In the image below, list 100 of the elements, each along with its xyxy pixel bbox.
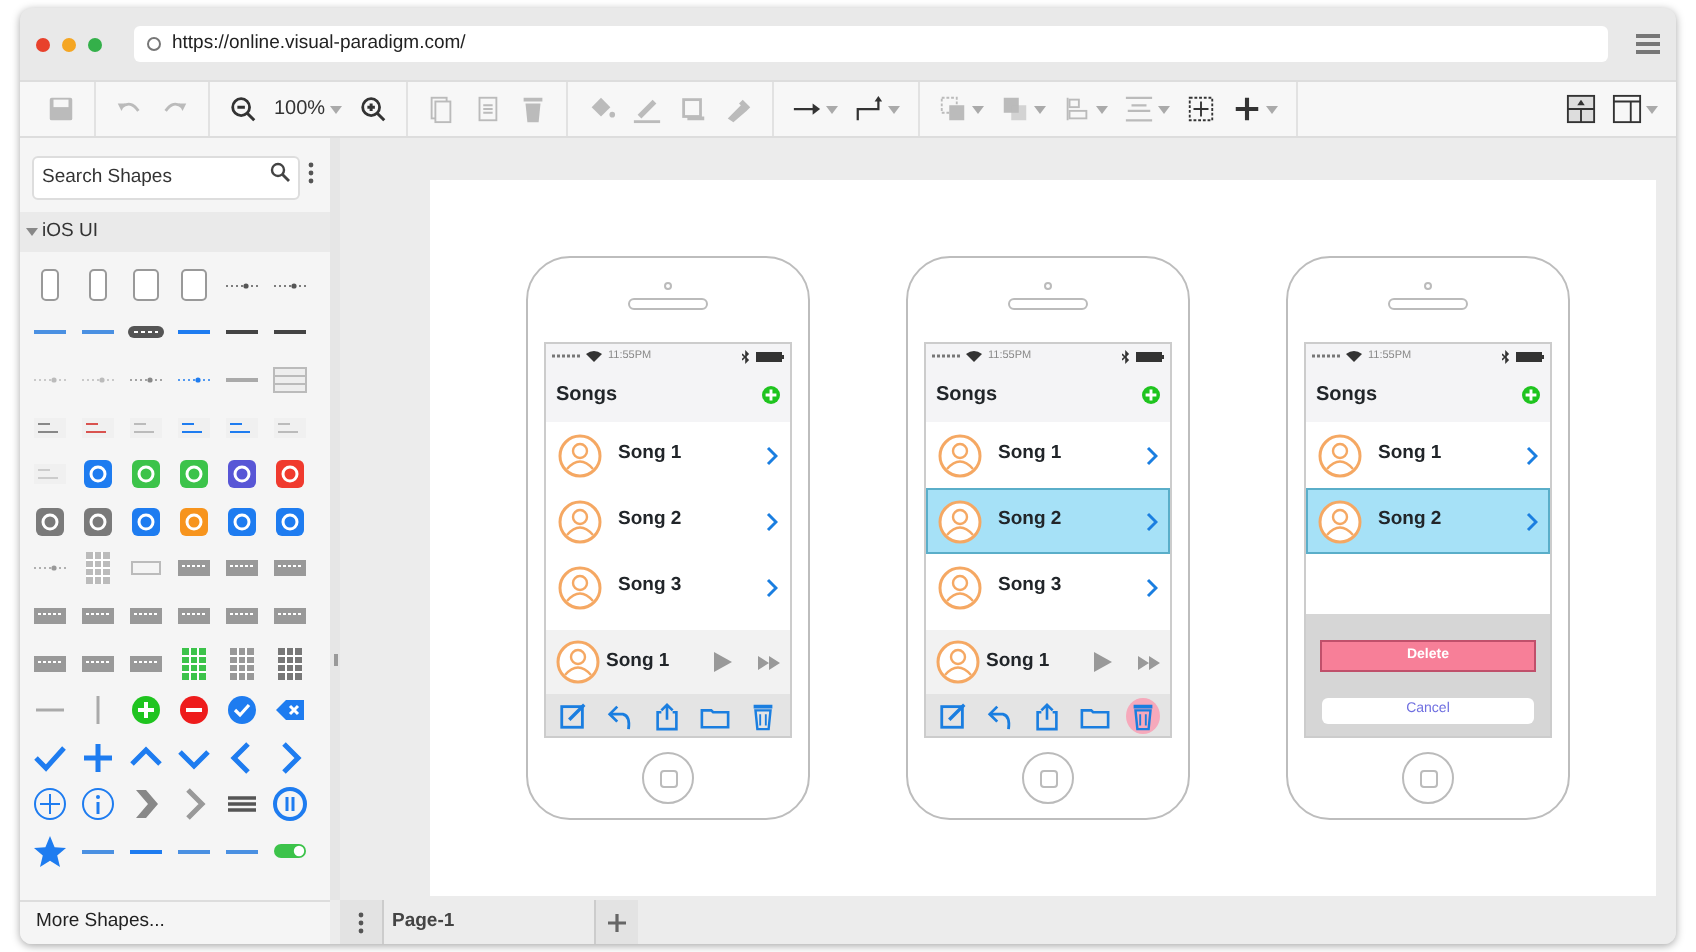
add-icon[interactable] (762, 386, 780, 404)
home-button[interactable] (1402, 752, 1454, 804)
window-button[interactable] (62, 37, 76, 51)
distribute-icon (1123, 94, 1154, 124)
bluetooth-icon (742, 349, 750, 363)
category-header[interactable]: iOS UI (20, 212, 330, 252)
resize-handle-icon[interactable] (333, 653, 337, 665)
connector-icon (853, 94, 884, 124)
add-icon[interactable] (1142, 386, 1160, 404)
address-bar[interactable]: https://online.visual-paradigm.com/ (134, 26, 1608, 62)
align-icon (1061, 94, 1092, 124)
more-shapes-link[interactable]: More Shapes... (20, 900, 330, 944)
caret-icon (1646, 105, 1658, 113)
song-row[interactable]: Song 2 (1306, 488, 1550, 554)
share-icon (652, 699, 683, 731)
star-icon[interactable] (30, 831, 70, 872)
add-icon[interactable] (1522, 386, 1540, 404)
wifi-icon (966, 350, 982, 362)
plus-icon (608, 913, 626, 931)
song-row[interactable]: Song 1 (1306, 422, 1550, 488)
screen-title: Songs (936, 382, 998, 410)
song-row[interactable]: Song 2 (546, 488, 790, 554)
caret-icon (825, 105, 838, 113)
plus-icon (1231, 94, 1262, 124)
speaker-icon (628, 298, 708, 310)
wifi-icon (586, 350, 602, 362)
bluetooth-icon (1122, 349, 1130, 363)
song-row[interactable]: Song 3 (926, 554, 1170, 620)
compose-icon (938, 699, 969, 731)
battery-icon (1516, 351, 1544, 361)
window-button[interactable] (36, 37, 50, 51)
trash-button[interactable] (1125, 697, 1160, 733)
copy-icon (425, 94, 456, 124)
avatar-icon (938, 565, 982, 609)
layers-icon (999, 94, 1030, 124)
screen-title: Songs (556, 382, 618, 410)
battery-icon (1136, 351, 1164, 361)
search-icon[interactable] (270, 162, 290, 182)
save-icon (46, 94, 76, 124)
home-button[interactable] (1022, 752, 1074, 804)
avatar-icon (938, 499, 982, 543)
chevron-right-icon (1526, 511, 1538, 531)
caret-icon (1157, 105, 1170, 113)
brush-icon (723, 94, 754, 124)
share-icon (1032, 699, 1063, 731)
fast-forward-icon[interactable] (1138, 655, 1160, 669)
signal-icon (1312, 352, 1340, 360)
chevron-right-icon (1146, 511, 1158, 531)
window-button[interactable] (88, 37, 102, 51)
speaker-icon (1008, 298, 1088, 310)
signal-icon (552, 352, 580, 360)
chevron-right-icon (1146, 445, 1158, 465)
caret-icon (26, 226, 38, 238)
chevron-right-icon (1146, 577, 1158, 597)
panel-icon (1612, 94, 1642, 124)
caret-icon (1033, 105, 1046, 113)
pen-icon (631, 94, 662, 124)
pause-icon[interactable] (270, 784, 310, 825)
camera-icon (664, 282, 672, 290)
signal-icon (932, 352, 960, 360)
avatar-icon (558, 499, 602, 543)
caret-icon (971, 105, 984, 113)
song-row[interactable]: Song 3 (546, 554, 790, 620)
play-icon[interactable] (1094, 652, 1112, 672)
song-row[interactable]: Song 2 (926, 488, 1170, 554)
song-title: Song 1 (986, 647, 1052, 676)
zoom-dropdown[interactable]: 100% (268, 87, 348, 131)
play-icon[interactable] (714, 652, 732, 672)
caret-icon (329, 105, 342, 113)
caret-icon (1095, 105, 1108, 113)
zoom-in-icon (357, 94, 388, 124)
chevron-right-icon (1526, 445, 1538, 465)
speaker-icon (1388, 298, 1468, 310)
menu-icon[interactable] (1636, 34, 1660, 54)
search-field[interactable]: Search Shapes (32, 155, 300, 199)
home-button[interactable] (642, 752, 694, 804)
add-page-button[interactable] (596, 900, 638, 944)
page-menu-button[interactable] (340, 900, 382, 944)
info-icon[interactable] (78, 784, 118, 825)
fit-page-icon (1185, 94, 1216, 124)
bluetooth-icon (1502, 349, 1510, 363)
caret-icon (887, 105, 900, 113)
more-icon[interactable] (308, 161, 314, 183)
avatar-icon (938, 433, 982, 477)
square-icon (677, 94, 708, 124)
layers-icon (937, 94, 968, 124)
add-icon[interactable] (30, 784, 70, 825)
avatar-icon (1318, 499, 1362, 543)
fast-forward-icon[interactable] (758, 655, 780, 669)
avatar-icon (1318, 433, 1362, 477)
compose-icon (558, 699, 589, 731)
chevron-right-icon (766, 511, 778, 531)
avatar-icon (936, 640, 980, 684)
page-tab[interactable]: Page-1 (382, 900, 596, 944)
avatar-icon (556, 640, 600, 684)
camera-icon (1424, 282, 1432, 290)
song-row[interactable]: Song 1 (926, 422, 1170, 488)
song-row[interactable]: Song 1 (546, 422, 790, 488)
zoom-out-icon (228, 94, 258, 124)
chevron-right-icon (766, 445, 778, 465)
